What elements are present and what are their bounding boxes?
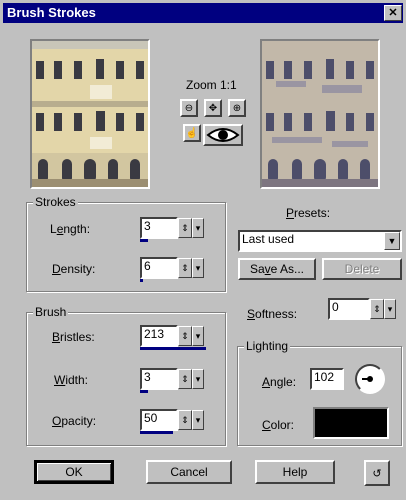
width-slider-toggle[interactable]: ▾ [192,369,204,389]
bristles-field[interactable]: 213 [140,325,178,347]
bristles-slider[interactable] [140,347,206,350]
length-field[interactable]: 3 [140,217,178,239]
length-label: Length: [50,222,91,236]
angle-dial[interactable] [355,364,385,394]
light-color-swatch[interactable] [313,407,389,439]
softness-spinner[interactable]: ⇕ ▾ [370,299,396,319]
opacity-field[interactable]: 50 [140,409,178,431]
density-field[interactable]: 6 [140,257,178,279]
length-slider-toggle[interactable]: ▾ [192,218,204,238]
density-spin-arrows[interactable]: ⇕ [178,258,192,278]
eye-preview-icon [206,128,240,142]
opacity-slider-toggle[interactable]: ▾ [192,410,204,430]
length-spin-arrows[interactable]: ⇕ [178,218,192,238]
save-as-button[interactable]: Sa v e As... [238,258,316,280]
bristles-spinner[interactable]: ⇕ ▾ [178,326,204,346]
density-slider[interactable] [140,279,143,282]
hand-button[interactable]: ☝ [183,124,201,142]
opacity-slider[interactable] [140,431,173,434]
width-label: Width: [54,373,89,387]
building-effect-image [262,41,378,187]
width-slider[interactable] [140,390,148,393]
pan-icon: ✥ [208,102,218,114]
zoom-in-icon: ⊕ [232,102,242,114]
softness-field[interactable]: 0 [328,298,370,320]
softness-slider-toggle[interactable]: ▾ [384,299,396,319]
zoom-in-button[interactable]: ⊕ [228,99,246,117]
bristles-slider-toggle[interactable]: ▾ [192,326,204,346]
strokes-group: Strokes [26,195,226,292]
pan-button[interactable]: ✥ [204,99,222,117]
bristles-label: Bristles: [52,330,95,344]
density-spinner[interactable]: ⇕ ▾ [178,258,204,278]
lighting-legend: Lighting [244,339,291,353]
length-slider[interactable] [140,239,148,242]
width-spinner[interactable]: ⇕ ▾ [178,369,204,389]
opacity-spinner[interactable]: ⇕ ▾ [178,410,204,430]
presets-selected: Last used [242,232,295,246]
angle-label: Angle: [262,375,297,389]
cancel-button[interactable]: Cancel [146,460,232,484]
softness-label: Softness: [247,307,298,321]
width-field[interactable]: 3 [140,368,178,390]
color-label: Color: [262,418,295,432]
softness-spin-arrows[interactable]: ⇕ [370,299,384,319]
ok-button[interactable]: OK [34,460,114,484]
original-preview[interactable] [30,39,150,189]
width-spin-arrows[interactable]: ⇕ [178,369,192,389]
angle-dial-icon [362,376,373,382]
density-slider-toggle[interactable]: ▾ [192,258,204,278]
opacity-label: Opacity: [52,414,97,428]
building-image [32,41,148,187]
delete-button[interactable]: Delete [322,258,402,280]
brush-legend: Brush [33,305,69,319]
opacity-spin-arrows[interactable]: ⇕ [178,410,192,430]
effect-preview[interactable] [260,39,380,189]
reset-defaults-button[interactable]: ↺ [364,460,390,486]
density-label: Density: [52,262,96,276]
zoom-out-button[interactable]: ⊖ [180,99,198,117]
help-button[interactable]: Help [255,460,335,484]
title-bar: Brush Strokes ✕ [3,3,403,23]
bristles-spin-arrows[interactable]: ⇕ [178,326,192,346]
chevron-down-icon[interactable]: ▼ [384,232,400,250]
eye-preview-button[interactable] [203,124,243,146]
hand-icon: ☝ [185,127,199,139]
zoom-out-icon: ⊖ [184,102,194,114]
close-button[interactable]: ✕ [384,5,402,21]
zoom-level-label: Zoom 1:1 [186,78,237,92]
strokes-legend: Strokes [33,195,78,209]
angle-field[interactable]: 102 [310,368,344,390]
presets-dropdown[interactable]: Last used ▼ [238,230,402,252]
brush-strokes-dialog: Brush Strokes ✕ Zoom 1:1 ⊖ ✥ ⊕ ☝ Strokes… [0,0,406,500]
presets-label: Presets: [286,206,331,220]
window-title: Brush Strokes [7,5,96,20]
close-icon: ✕ [388,7,398,19]
length-spinner[interactable]: ⇕ ▾ [178,218,204,238]
reset-defaults-icon: ↺ [372,467,382,480]
